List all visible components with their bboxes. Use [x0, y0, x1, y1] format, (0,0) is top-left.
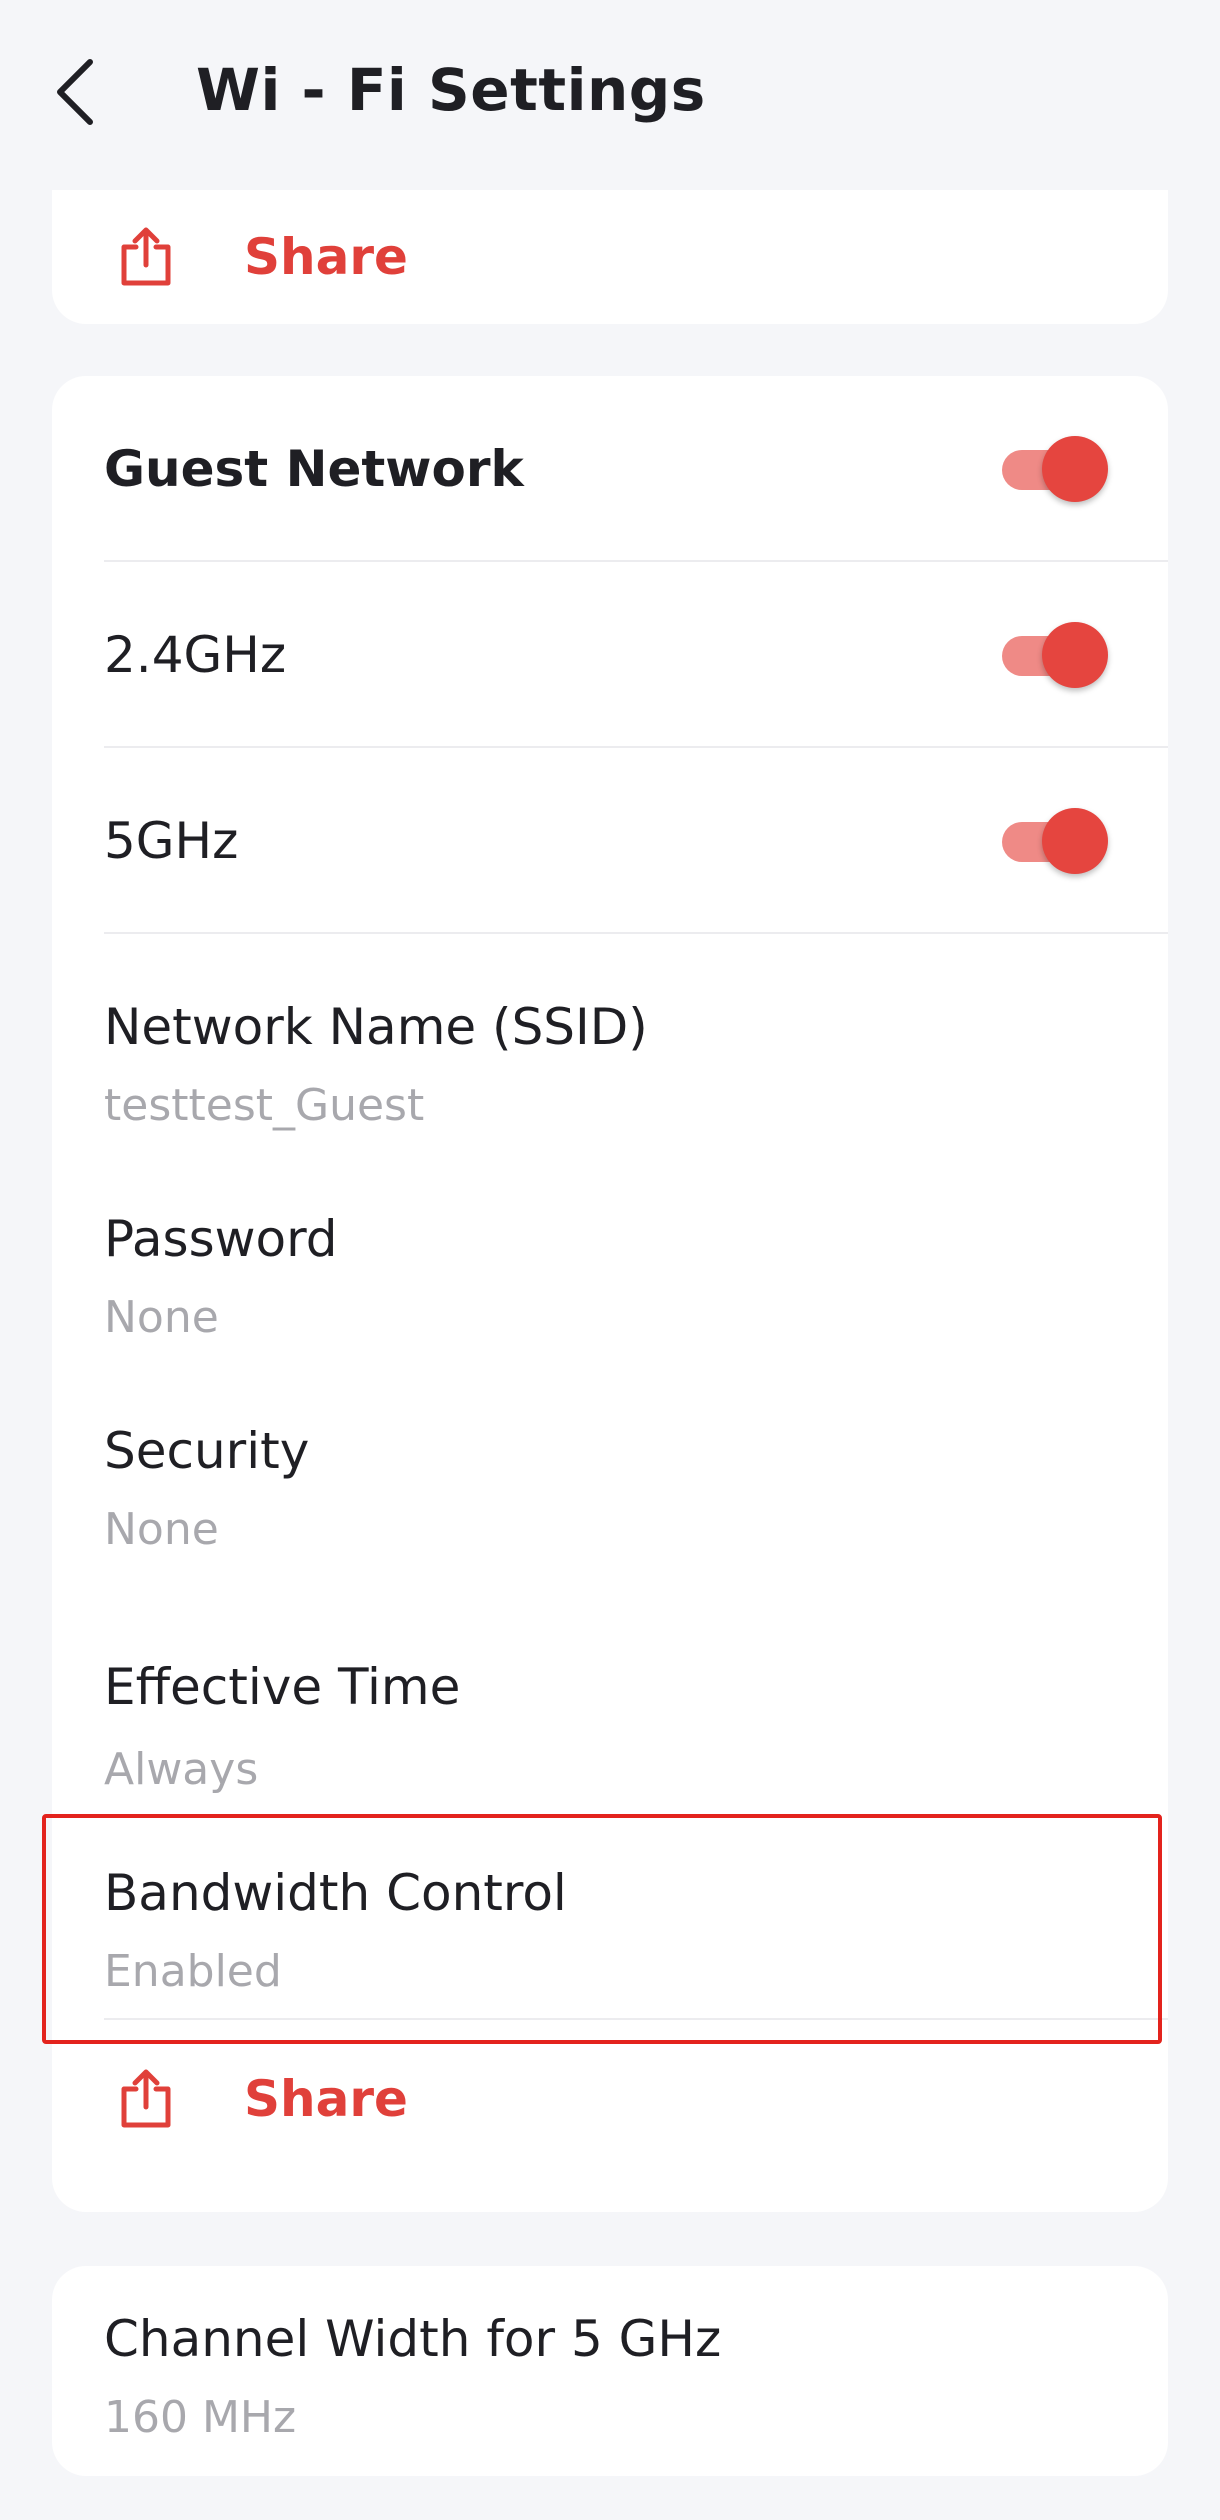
security-value: None: [104, 1504, 219, 1555]
security-row[interactable]: Security None: [104, 1356, 1168, 1566]
app-header: Wi - Fi Settings: [0, 0, 1220, 190]
main-network-card: Share: [52, 190, 1168, 324]
bandwidth-control-row[interactable]: Bandwidth Control Enabled: [104, 1816, 1168, 2020]
share-label: Share: [244, 2070, 408, 2128]
bandwidth-control-value: Enabled: [104, 1946, 282, 1997]
toggle-knob: [1042, 622, 1108, 688]
guest-share-button[interactable]: Share: [52, 2044, 1168, 2154]
channel-width-label: Channel Width for 5 GHz: [104, 2310, 722, 2368]
toggle-knob: [1042, 436, 1108, 502]
band-24-row: 2.4GHz: [104, 562, 1168, 748]
band-5-label: 5GHz: [104, 812, 239, 870]
channel-width-row[interactable]: Channel Width for 5 GHz 160 MHz: [104, 2266, 1168, 2476]
guest-network-row: Guest Network: [104, 376, 1168, 562]
ssid-label: Network Name (SSID): [104, 998, 648, 1056]
password-value: None: [104, 1292, 219, 1343]
page-title: Wi - Fi Settings: [196, 56, 706, 124]
password-label: Password: [104, 1210, 338, 1268]
divider: [104, 2018, 1168, 2020]
effective-time-row[interactable]: Effective Time Always: [104, 1566, 1168, 1810]
share-button[interactable]: Share: [52, 202, 1168, 312]
chevron-left-icon: [57, 59, 93, 125]
guest-network-label: Guest Network: [104, 440, 524, 498]
ssid-row[interactable]: Network Name (SSID) testtest_Guest: [104, 936, 1168, 1146]
toggle-knob: [1042, 808, 1108, 874]
security-label: Security: [104, 1422, 310, 1480]
guest-network-card: Guest Network 2.4GHz 5GHz Network Name (…: [52, 376, 1168, 2212]
effective-time-label: Effective Time: [104, 1658, 461, 1716]
effective-time-value: Always: [104, 1744, 259, 1795]
guest-network-toggle[interactable]: [1002, 434, 1108, 504]
band-5-toggle[interactable]: [1002, 806, 1108, 876]
share-label: Share: [244, 228, 408, 286]
channel-width-value: 160 MHz: [104, 2392, 297, 2443]
band-5-row: 5GHz: [104, 748, 1168, 934]
bandwidth-control-label: Bandwidth Control: [104, 1864, 567, 1922]
band-24-label: 2.4GHz: [104, 626, 287, 684]
share-icon: [121, 2069, 171, 2128]
ssid-value: testtest_Guest: [104, 1080, 425, 1131]
band-24-toggle[interactable]: [1002, 620, 1108, 690]
password-row[interactable]: Password None: [104, 1146, 1168, 1356]
share-icon: [121, 227, 171, 286]
back-button[interactable]: [50, 42, 140, 142]
channel-width-card[interactable]: Channel Width for 5 GHz 160 MHz: [52, 2266, 1168, 2476]
divider: [104, 932, 1168, 934]
